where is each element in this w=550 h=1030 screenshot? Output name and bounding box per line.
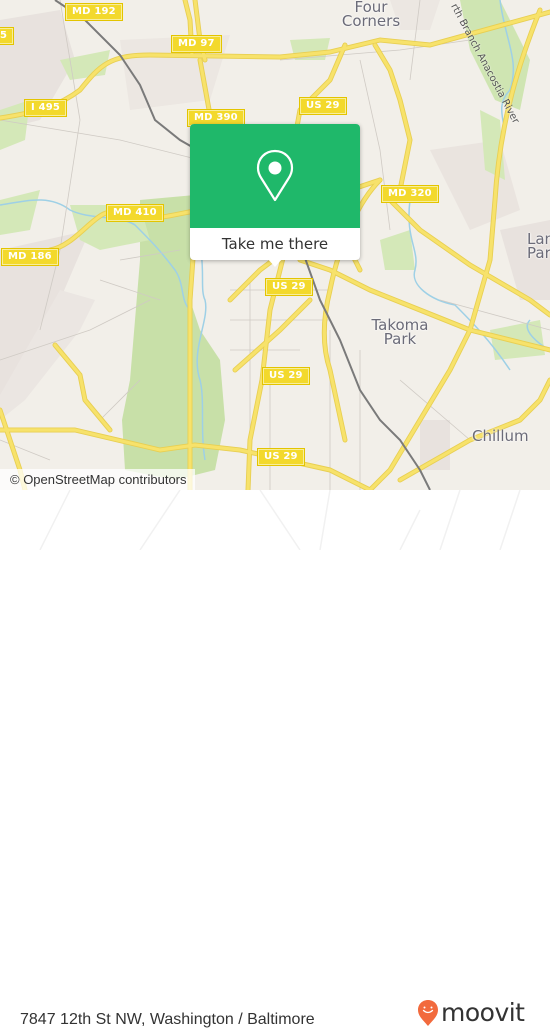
footer: 7847 12th St NW, Washington / Baltimore … <box>0 490 550 1028</box>
route-shield-md97: MD 97 <box>171 35 222 53</box>
map[interactable]: MD 192 MD 97 I 495 MD 390 US 29 MD 320 M… <box>0 0 550 490</box>
map-pin-icon <box>256 149 294 202</box>
address-label: 7847 12th St NW, Washington / Baltimore <box>20 1011 315 1028</box>
route-shield-us29-mid: US 29 <box>262 367 310 385</box>
route-shield-us29-north: US 29 <box>299 97 347 115</box>
place-label-chillum: Chillum <box>472 427 529 445</box>
route-shield-md410: MD 410 <box>106 204 164 222</box>
place-label-langley-park: LangleyPark <box>527 230 550 262</box>
take-me-there-button[interactable]: Take me there <box>190 228 360 260</box>
route-shield-i495: I 495 <box>23 99 68 117</box>
route-shield-md320: MD 320 <box>381 185 439 203</box>
place-label-four-corners: Four Corners <box>341 0 401 30</box>
map-attribution[interactable]: © OpenStreetMap contributors <box>0 469 195 490</box>
moovit-pin-icon <box>418 1000 438 1026</box>
moovit-wordmark: moovit <box>441 998 525 1027</box>
destination-popup: Take me there <box>190 124 360 267</box>
route-shield-md192: MD 192 <box>65 3 123 21</box>
popup-header <box>190 124 360 228</box>
footer-background-pattern <box>39 490 521 550</box>
route-shield-us29-south: US 29 <box>257 448 305 466</box>
popup-pointer <box>267 258 283 267</box>
route-shield-us29-center: US 29 <box>265 278 313 296</box>
place-label-takoma-park: Takoma Park <box>371 316 429 348</box>
route-shield-edge: 5 <box>0 27 15 45</box>
moovit-logo[interactable]: moovit <box>417 998 525 1028</box>
route-shield-md186: MD 186 <box>1 248 59 266</box>
